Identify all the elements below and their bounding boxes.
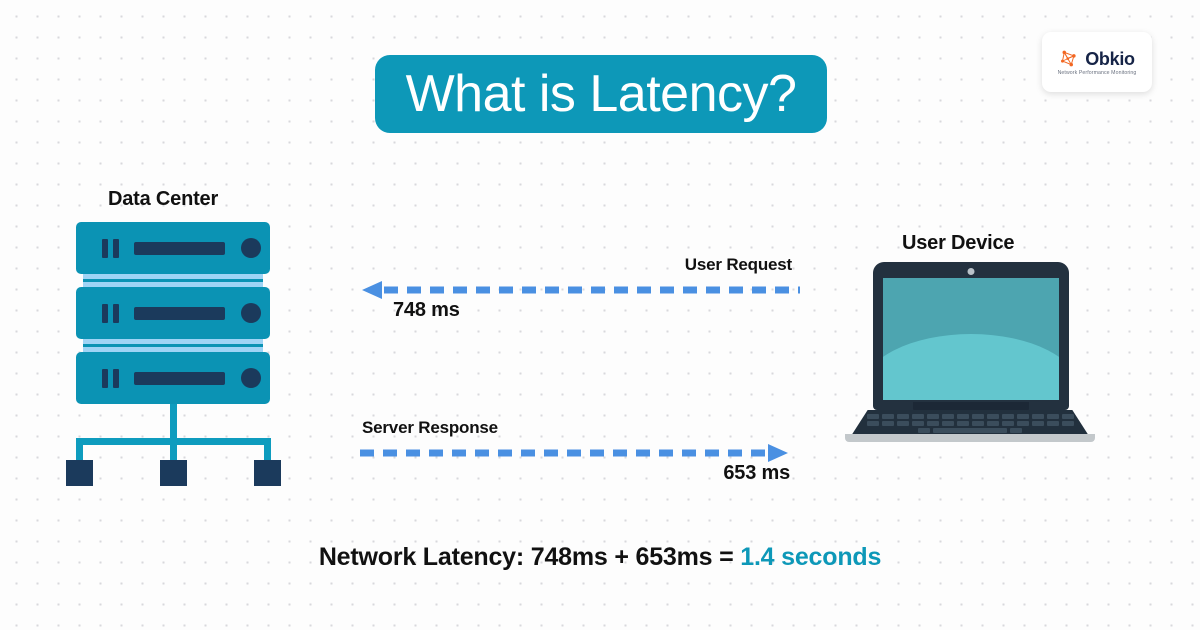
laptop-illustration [845,262,1095,442]
infographic-canvas: What is Latency? Obkio Network Performan… [0,0,1200,630]
keyboard-row [863,428,1077,433]
server-slot-bar [134,306,225,320]
laptop-base [845,434,1095,442]
laptop-screen [883,278,1059,400]
webcam-icon [967,268,975,275]
server-indicator-bars [102,368,119,388]
spacebar-key [933,428,1007,433]
server-indicator-bars [102,238,119,258]
user-request-label: User Request [684,255,792,274]
user-request-value: 748 ms [393,299,460,321]
server-response-value: 653 ms [723,462,790,484]
network-graph-icon [1061,50,1076,67]
server-unit [76,352,270,404]
summary-prefix: Network Latency: 748ms + 653ms = [318,543,741,571]
arrow-left-icon [362,281,800,299]
data-center-illustration [60,222,300,486]
server-unit [76,287,270,339]
laptop-lid [873,262,1069,410]
server-unit [76,222,270,274]
server-power-dot [241,368,261,388]
server-power-dot [241,238,261,258]
laptop-keyboard [851,410,1089,436]
page-title: What is Latency? [405,65,797,123]
network-node [254,460,281,486]
arrow-right-icon [360,444,788,462]
network-node [66,460,93,486]
summary-total: 1.4 seconds [740,543,882,571]
screen-wave-graphic [883,334,1059,400]
keyboard-row [863,414,1077,419]
brand-logo[interactable]: Obkio Network Performance Monitoring [1042,32,1152,92]
server-indicator-bars [102,303,119,323]
keyboard-row [863,421,1077,426]
server-slot-bar [134,371,225,385]
latency-summary: Network Latency: 748ms + 653ms = 1.4 sec… [0,543,1200,572]
network-node [160,460,187,486]
user-request-flow: User Request 748 ms [360,255,800,325]
logo-row: Obkio [1059,48,1135,69]
server-slot-bar [134,241,225,255]
user-device-label: User Device [902,232,1015,254]
server-response-label: Server Response [362,418,498,437]
logo-tagline: Network Performance Monitoring [1057,70,1137,76]
logo-wordmark: Obkio [1085,48,1135,69]
server-response-flow: Server Response 653 ms [360,418,800,488]
title-banner: What is Latency? [375,55,827,133]
network-stem [170,404,177,438]
server-power-dot [241,303,261,323]
data-center-label: Data Center [108,188,219,210]
